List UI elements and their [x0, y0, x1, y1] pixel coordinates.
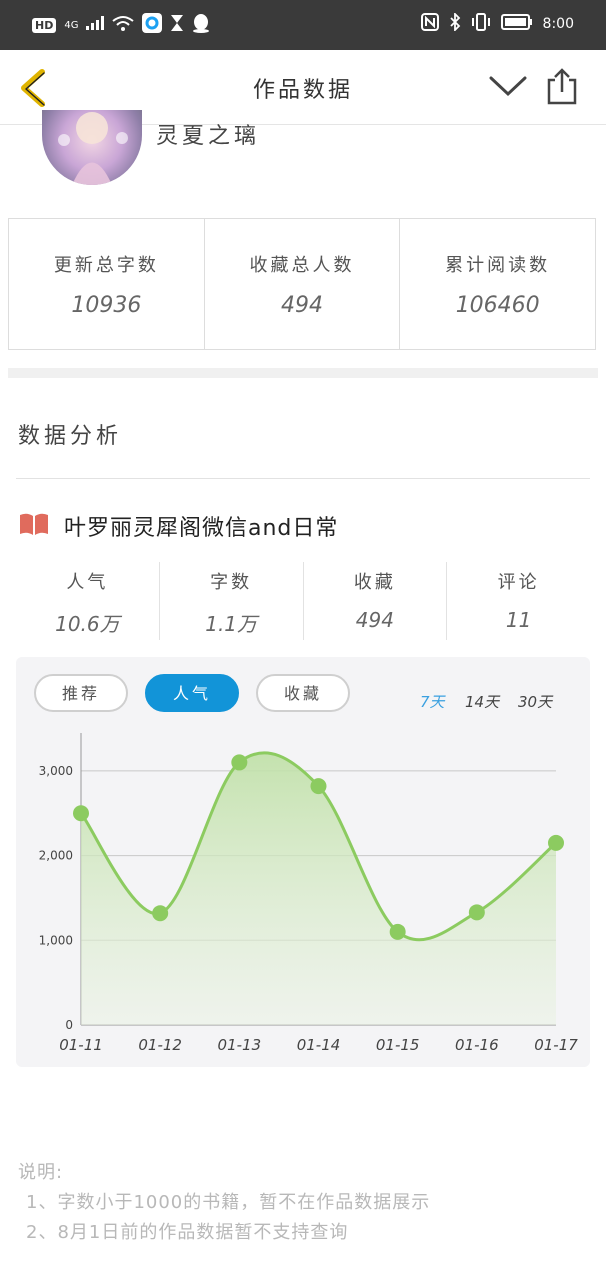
popularity-chart: 01-11 01-12 01-13 01-14 01-15 01-16 01-17 0 1,0… [39, 733, 578, 1054]
app-icon [142, 13, 163, 37]
status-bar: HD 4G 8:00 [0, 0, 606, 50]
metric-popularity: 人气 10.6万 [16, 562, 160, 640]
data-point[interactable] [389, 923, 406, 940]
stat-value: 10936 [71, 293, 142, 318]
stat-total-reads: 累计阅读数 106460 [400, 219, 595, 349]
data-point[interactable] [152, 905, 169, 922]
metric-label: 收藏 [353, 572, 396, 593]
x-tick-label: 01-15 [376, 1036, 420, 1054]
stat-value: 494 [281, 293, 323, 318]
stat-total-words: 更新总字数 10936 [9, 219, 205, 349]
metric-label: 人气 [66, 572, 109, 593]
x-tick-label: 01-14 [297, 1036, 341, 1054]
qq-icon [192, 13, 210, 37]
data-point[interactable] [231, 754, 248, 771]
divider [16, 478, 590, 479]
summary-stats: 更新总字数 10936 收藏总人数 494 累计阅读数 106460 [8, 218, 596, 350]
data-point[interactable] [468, 904, 485, 921]
stat-label: 收藏总人数 [249, 255, 355, 276]
share-button[interactable] [544, 66, 580, 106]
notes: 说明: 1、字数小于1000的书籍，暂不在作品数据展示 2、8月1日前的作品数据… [18, 1158, 430, 1248]
metric-favorites: 收藏 494 [304, 562, 448, 640]
nfc-icon [420, 13, 439, 35]
book-title: 叶罗丽灵犀阁微信and日常 [64, 516, 339, 541]
hd-icon: HD [32, 17, 57, 33]
author-avatar[interactable] [42, 110, 142, 185]
data-point[interactable] [73, 805, 89, 822]
y-tick-label: 2,000 [39, 849, 73, 863]
battery-icon [500, 14, 533, 34]
metric-label: 评论 [497, 572, 540, 593]
x-tick-label: 01-11 [59, 1036, 103, 1054]
stat-label: 更新总字数 [53, 255, 159, 276]
notes-heading: 说明: [18, 1162, 64, 1183]
chevron-down-icon [489, 76, 527, 97]
y-tick-label: 1,000 [39, 933, 73, 947]
note-item: 1、字数小于1000的书籍，暂不在作品数据展示 [26, 1192, 431, 1213]
bluetooth-icon [449, 11, 461, 35]
metric-value: 10.6万 [55, 612, 120, 636]
metric-comments: 评论 11 [447, 562, 590, 640]
metric-label: 字数 [210, 572, 253, 593]
x-tick-label: 01-13 [218, 1036, 262, 1054]
book-icon [18, 512, 50, 540]
analysis-title: 数据分析 [18, 424, 123, 449]
book-header[interactable]: 叶罗丽灵犀阁微信and日常 [18, 510, 338, 542]
x-tick-label: 01-17 [534, 1036, 578, 1054]
metric-value: 1.1万 [205, 612, 258, 636]
metric-words: 字数 1.1万 [160, 562, 304, 640]
hourglass-icon [170, 14, 184, 36]
note-item: 2、8月1日前的作品数据暂不支持查询 [26, 1222, 349, 1243]
dropdown-button[interactable] [488, 74, 528, 100]
section-separator [8, 368, 598, 378]
author-name: 灵夏之璃 [156, 124, 261, 149]
network-label: 4G [64, 19, 79, 31]
metric-value: 494 [355, 608, 394, 632]
x-tick-label: 01-16 [455, 1036, 499, 1054]
wifi-icon [112, 15, 135, 35]
y-tick-label: 0 [65, 1018, 73, 1032]
book-metrics: 人气 10.6万 字数 1.1万 收藏 494 评论 11 [16, 562, 590, 640]
stat-value: 106460 [455, 293, 540, 318]
vibrate-icon [471, 13, 491, 35]
x-tick-label: 01-12 [138, 1036, 182, 1054]
stat-total-favorites: 收藏总人数 494 [205, 219, 401, 349]
metric-value: 11 [505, 608, 532, 632]
share-icon [547, 68, 577, 105]
signal-icon [86, 16, 105, 34]
stat-label: 累计阅读数 [445, 255, 551, 276]
data-point[interactable] [310, 778, 327, 795]
clock-time: 8:00 [542, 16, 574, 32]
data-point[interactable] [548, 834, 564, 851]
y-tick-label: 3,000 [39, 764, 73, 778]
chart-card: 推荐 人气 收藏 7天 14天 30天 01-11 01-12 01-13 01-14… [16, 657, 590, 1067]
